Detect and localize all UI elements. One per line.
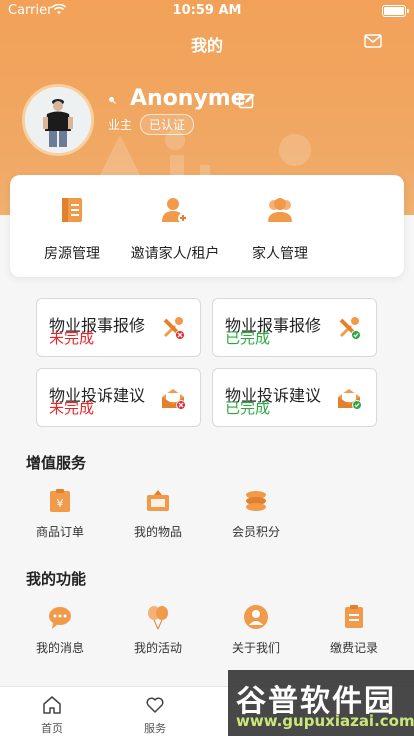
quick-actions-card: 房源管理 邀请家人/租户 家人管理 bbox=[10, 175, 404, 277]
order-icon: ¥ bbox=[50, 489, 70, 512]
repair-done-tile[interactable]: 物业报事报修 已完成 bbox=[212, 298, 377, 357]
profile-name: Anonyme bbox=[130, 86, 246, 111]
svg-text:¥: ¥ bbox=[57, 497, 64, 510]
grid-item-messages[interactable]: 我的消息 bbox=[20, 604, 100, 656]
watermark-url: www.gupuxiazai.com bbox=[236, 712, 414, 730]
grid-item-payment-records[interactable]: 缴费记录 bbox=[314, 604, 394, 656]
add-user-icon bbox=[162, 198, 188, 223]
tools-x-icon bbox=[163, 317, 185, 340]
balloons-icon bbox=[148, 606, 168, 630]
quick-action-label: 邀请家人/租户 bbox=[130, 246, 220, 262]
tab-service[interactable]: 服务 bbox=[125, 695, 185, 736]
verified-badge: 已认证 bbox=[140, 114, 195, 135]
heart-icon bbox=[146, 697, 164, 713]
small-search-icon bbox=[109, 97, 116, 104]
envelope-check-icon bbox=[338, 389, 362, 410]
mail-icon[interactable] bbox=[364, 34, 382, 48]
grid-item-label: 会员积分 bbox=[231, 525, 280, 539]
avatar-person-icon bbox=[25, 87, 91, 153]
tab-label: 首页 bbox=[41, 722, 63, 735]
grid-item-points[interactable]: 会员积分 bbox=[216, 488, 296, 540]
tab-label: 服务 bbox=[144, 722, 166, 735]
quick-action-family[interactable]: 家人管理 bbox=[230, 195, 330, 263]
tile-status: 未完成 bbox=[49, 399, 95, 417]
value-services-title: 增值服务 bbox=[26, 454, 87, 472]
document-icon bbox=[62, 198, 82, 222]
coins-icon bbox=[246, 491, 266, 511]
edit-icon[interactable] bbox=[238, 92, 256, 110]
tab-home[interactable]: 首页 bbox=[22, 695, 82, 736]
grid-item-label: 我的活动 bbox=[133, 641, 182, 655]
battery-icon bbox=[382, 5, 409, 17]
profile-role: 业主 bbox=[108, 118, 133, 132]
page-title: 我的 bbox=[190, 36, 223, 55]
avatar[interactable] bbox=[22, 84, 94, 156]
grid-item-orders[interactable]: ¥ 商品订单 bbox=[20, 488, 100, 540]
grid-item-label: 我的消息 bbox=[35, 641, 84, 655]
status-time: 10:59 AM bbox=[172, 3, 242, 18]
grid-item-activities[interactable]: 我的活动 bbox=[118, 604, 198, 656]
quick-action-label: 房源管理 bbox=[44, 246, 100, 262]
tile-status: 未完成 bbox=[49, 329, 95, 347]
home-icon bbox=[43, 696, 61, 714]
quick-action-property-management[interactable]: 房源管理 bbox=[32, 195, 112, 263]
secondhand-icon bbox=[147, 490, 169, 511]
quick-action-invite[interactable]: 邀请家人/租户 bbox=[115, 195, 235, 263]
grid-item-label: 关于我们 bbox=[231, 641, 280, 655]
grid-item-label: 缴费记录 bbox=[329, 641, 378, 655]
grid-item-about-us[interactable]: 关于我们 bbox=[216, 604, 296, 656]
clipboard-icon bbox=[345, 605, 363, 628]
chat-icon bbox=[49, 607, 71, 629]
person-icon bbox=[244, 605, 268, 629]
tile-status: 已完成 bbox=[225, 329, 271, 347]
grid-item-label: 我的物品 bbox=[133, 525, 182, 539]
repair-pending-tile[interactable]: 物业报事报修 未完成 bbox=[36, 298, 201, 357]
grid-item-my-items[interactable]: 我的物品 bbox=[118, 488, 198, 540]
group-icon bbox=[268, 198, 292, 222]
grid-item-label: 商品订单 bbox=[35, 525, 84, 539]
status-bar: Carrier 10:59 AM bbox=[0, 0, 414, 22]
complaint-pending-tile[interactable]: 物业投诉建议 未完成 bbox=[36, 368, 201, 427]
quick-action-label: 家人管理 bbox=[252, 246, 308, 262]
tools-check-icon bbox=[339, 317, 361, 340]
tile-status: 已完成 bbox=[225, 399, 271, 417]
complaint-done-tile[interactable]: 物业投诉建议 已完成 bbox=[212, 368, 377, 427]
envelope-x-icon bbox=[162, 389, 186, 410]
my-functions-title: 我的功能 bbox=[26, 570, 87, 588]
watermark: 谷普软件园 www.gupuxiazai.com bbox=[228, 670, 414, 736]
